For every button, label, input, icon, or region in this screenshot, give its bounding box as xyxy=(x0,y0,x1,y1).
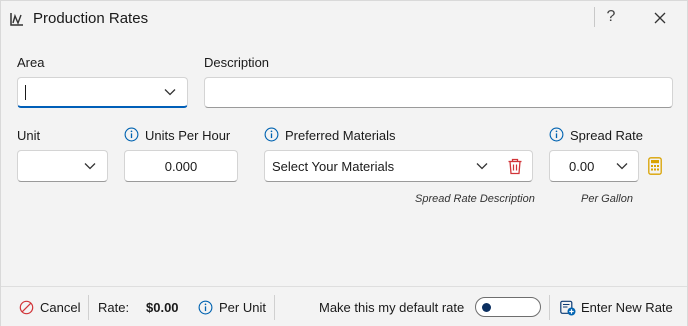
per-unit-label: Per Unit xyxy=(219,300,266,315)
info-icon[interactable] xyxy=(264,127,279,142)
window-title: Production Rates xyxy=(33,10,149,27)
close-icon xyxy=(654,12,666,24)
cancel-label: Cancel xyxy=(40,300,81,315)
description-label: Description xyxy=(204,55,270,70)
title-bar: Production Rates ? xyxy=(1,1,687,35)
add-rate-icon xyxy=(560,300,576,315)
title-bar-divider xyxy=(594,7,595,27)
spread-rate-value: 0.00 xyxy=(569,158,595,174)
enter-new-rate-button[interactable]: Enter New Rate xyxy=(560,287,673,326)
spread-rate-description-hint: Spread Rate Description xyxy=(415,193,535,205)
spread-rate-label: Spread Rate xyxy=(570,128,643,143)
footer-divider xyxy=(274,295,275,320)
units-per-hour-label: Units Per Hour xyxy=(145,128,231,143)
calculator-icon[interactable] xyxy=(648,157,662,175)
close-button[interactable] xyxy=(647,5,673,29)
chevron-down-icon xyxy=(616,163,628,170)
app-icon xyxy=(10,13,23,26)
unit-dropdown[interactable] xyxy=(17,150,108,182)
per-gallon-hint: Per Gallon xyxy=(581,193,633,205)
preferred-materials-dropdown[interactable]: Select Your Materials xyxy=(264,150,533,182)
text-caret xyxy=(25,85,26,100)
description-input[interactable] xyxy=(204,77,673,108)
cancel-icon xyxy=(19,300,34,315)
delete-icon[interactable] xyxy=(507,158,523,175)
enter-new-rate-label: Enter New Rate xyxy=(581,300,673,315)
per-unit[interactable]: Per Unit xyxy=(198,287,266,326)
default-rate-toggle[interactable] xyxy=(475,297,541,317)
units-per-hour-input[interactable]: 0.000 xyxy=(124,150,238,182)
rate-value: $0.00 xyxy=(146,300,179,315)
info-icon[interactable] xyxy=(124,127,139,142)
cancel-button[interactable]: Cancel xyxy=(19,287,80,326)
units-per-hour-value: 0.000 xyxy=(164,158,198,174)
footer-divider xyxy=(88,295,89,320)
chevron-down-icon xyxy=(84,163,96,170)
preferred-materials-label: Preferred Materials xyxy=(285,128,396,143)
rate-label: Rate: xyxy=(98,300,130,315)
area-dropdown[interactable] xyxy=(17,77,188,108)
chevron-down-icon xyxy=(164,89,176,96)
default-rate-label: Make this my default rate xyxy=(319,300,465,315)
production-rates-dialog: Production Rates ? Area Description Unit xyxy=(0,0,688,326)
spread-rate-dropdown[interactable]: 0.00 xyxy=(549,150,639,182)
preferred-materials-placeholder: Select Your Materials xyxy=(272,158,395,174)
help-button[interactable]: ? xyxy=(600,5,622,29)
info-icon xyxy=(198,300,213,315)
footer-bar: Cancel Rate: $0.00 Per Unit Make this my… xyxy=(1,286,687,326)
area-label: Area xyxy=(17,55,45,70)
unit-label: Unit xyxy=(17,128,41,143)
chevron-down-icon xyxy=(476,163,488,170)
toggle-knob xyxy=(482,303,491,312)
info-icon[interactable] xyxy=(549,127,564,142)
footer-divider xyxy=(549,295,550,320)
